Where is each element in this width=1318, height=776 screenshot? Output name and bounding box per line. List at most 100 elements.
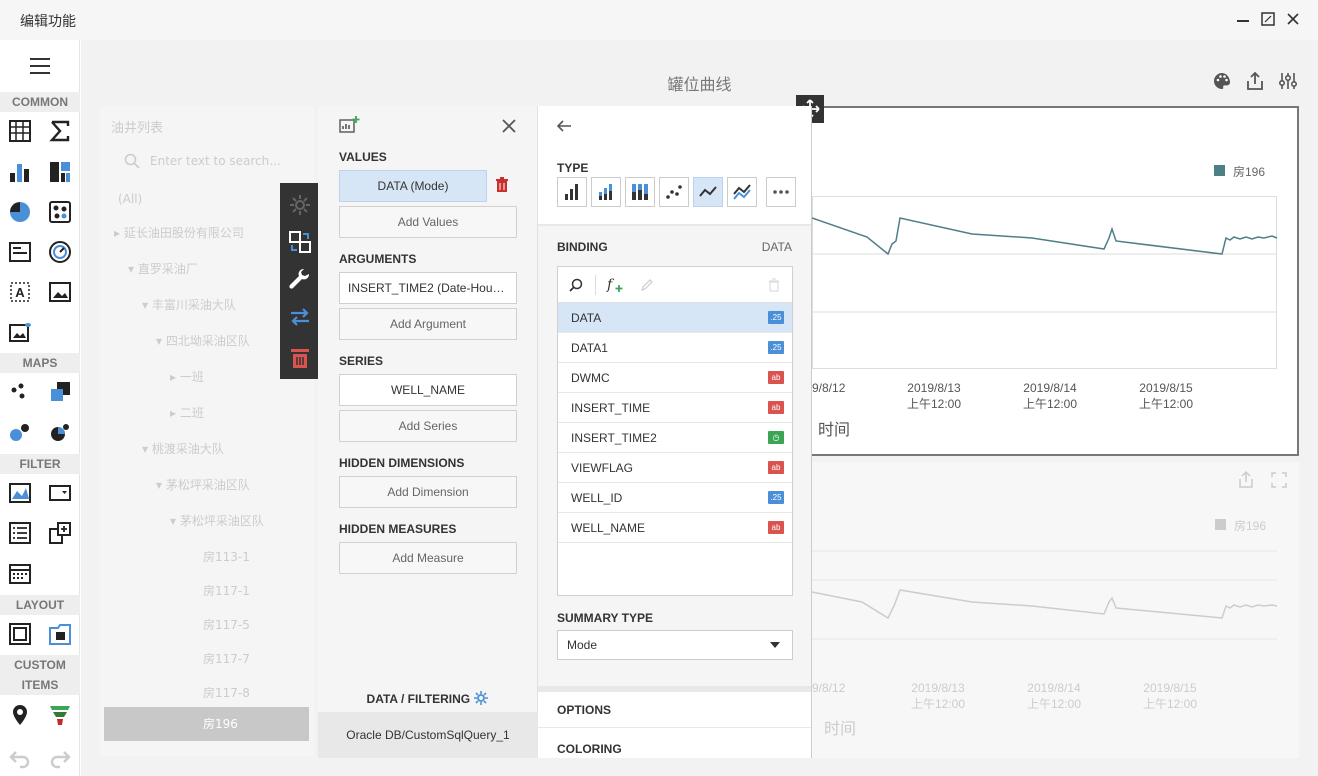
bubble-map-icon[interactable]: [8, 380, 32, 404]
series-item[interactable]: WELL_NAME: [339, 374, 517, 406]
gear-icon[interactable]: [288, 193, 312, 217]
tree-item[interactable]: ▸ 一班: [170, 368, 204, 385]
type-more-button[interactable]: [766, 177, 796, 207]
trash-icon[interactable]: [495, 177, 509, 193]
field-row[interactable]: DWMC ab: [558, 363, 792, 393]
choropleth-map-icon[interactable]: [48, 380, 72, 404]
edit-icon[interactable]: [640, 278, 654, 292]
type-line-button[interactable]: [693, 177, 723, 207]
bar-chart-icon[interactable]: [8, 160, 32, 184]
map-pin-icon[interactable]: [8, 703, 32, 727]
card-icon[interactable]: [8, 240, 32, 264]
tree-item[interactable]: ▸ 延长油田股份有限公司: [114, 224, 244, 241]
wrench-icon[interactable]: [288, 268, 312, 292]
summary-type-select[interactable]: Mode: [557, 630, 793, 660]
date-filter-icon[interactable]: [8, 561, 32, 585]
range-filter-icon[interactable]: [8, 481, 32, 505]
tree-item[interactable]: ▾ 茅松坪采油区队: [170, 512, 264, 529]
restore-button[interactable]: [1259, 10, 1277, 28]
menu-icon[interactable]: [30, 58, 50, 79]
field-row[interactable]: DATA .25: [558, 303, 792, 333]
tree-item-selected[interactable]: 房196: [104, 707, 309, 741]
tree-item-all[interactable]: (All): [118, 192, 142, 206]
type-point-button[interactable]: [659, 177, 689, 207]
tree-item[interactable]: ▸ 二班: [170, 404, 204, 421]
tree-item[interactable]: ▾ 茅松坪采油区队: [156, 476, 250, 493]
tree-item[interactable]: 房117-5: [203, 616, 250, 633]
redo-icon[interactable]: [48, 746, 72, 770]
field-name: WELL_ID: [571, 491, 623, 505]
export-icon[interactable]: [1245, 71, 1265, 91]
field-row[interactable]: INSERT_TIME ab: [558, 393, 792, 423]
dashboard-title: 罐位曲线: [667, 75, 732, 94]
add-values-button[interactable]: Add Values: [339, 206, 517, 238]
tree-item[interactable]: ▾ 直罗采油厂: [128, 260, 198, 277]
scatter-box-icon[interactable]: [48, 200, 72, 224]
image-icon[interactable]: [48, 280, 72, 304]
x-tick-time: 上午12:00: [1022, 397, 1078, 411]
field-row[interactable]: VIEWFLAG ab: [558, 453, 792, 483]
tree-item[interactable]: 房117-8: [203, 684, 250, 701]
tree-item[interactable]: ▾ 四北坳采油区队: [156, 332, 250, 349]
arguments-item[interactable]: INSERT_TIME2 (Date-Hour-...: [339, 272, 517, 304]
combo-box-icon[interactable]: [48, 481, 72, 505]
field-row[interactable]: INSERT_TIME2 ◷: [558, 423, 792, 453]
list-box-icon[interactable]: [8, 521, 32, 545]
add-argument-button[interactable]: Add Argument: [339, 308, 517, 340]
tree-item[interactable]: ▾ 桃渡采油大队: [142, 440, 224, 457]
tree-item[interactable]: ▾ 丰富川采油大队: [142, 296, 236, 313]
type-stacked-bar-button[interactable]: [591, 177, 621, 207]
add-calculated-field-icon[interactable]: f: [606, 276, 626, 294]
trash-icon[interactable]: [767, 278, 781, 292]
export-icon[interactable]: [1238, 470, 1254, 488]
group-icon[interactable]: [8, 622, 32, 646]
hidden-measures-label: HIDDEN MEASURES: [339, 522, 457, 536]
x-tick-date: 2019/8/15: [1139, 381, 1193, 395]
pie-map-icon[interactable]: [48, 420, 72, 444]
datasource-label[interactable]: Oracle DB/CustomSqlQuery_1: [318, 712, 538, 758]
geo-point-map-icon[interactable]: [8, 420, 32, 444]
text-box-icon[interactable]: A: [8, 280, 32, 304]
chart-plot: [812, 196, 1278, 369]
tab-container-icon[interactable]: [48, 622, 72, 646]
field-row[interactable]: DATA1 .25: [558, 333, 792, 363]
tree-view-icon[interactable]: [48, 521, 72, 545]
tree-item[interactable]: 房117-1: [203, 582, 250, 599]
add-dimension-button[interactable]: Add Dimension: [339, 476, 517, 508]
values-item[interactable]: DATA (Mode): [339, 170, 487, 202]
type-bar-button[interactable]: [557, 177, 587, 207]
add-series-button[interactable]: Add Series: [339, 410, 517, 442]
field-row[interactable]: WELL_NAME ab: [558, 513, 792, 543]
minimize-button[interactable]: [1234, 10, 1252, 28]
field-row[interactable]: WELL_ID .25: [558, 483, 792, 513]
type-full-stacked-bar-button[interactable]: [625, 177, 655, 207]
add-measure-button[interactable]: Add Measure: [339, 542, 517, 574]
sigma-icon[interactable]: [48, 119, 72, 143]
palette-icon[interactable]: [1212, 71, 1232, 91]
well-search-input[interactable]: Enter text to search...: [150, 154, 281, 168]
x-axis-label: 时间: [818, 422, 851, 439]
type-stacked-line-button[interactable]: [727, 177, 757, 207]
pie-chart-icon[interactable]: [8, 200, 32, 224]
tree-item[interactable]: 房117-7: [203, 650, 250, 667]
convert-icon[interactable]: [288, 230, 312, 254]
data-filtering-button[interactable]: DATA / FILTERING: [318, 690, 538, 706]
gauge-icon[interactable]: [48, 240, 72, 264]
close-icon[interactable]: [501, 118, 517, 134]
delete-icon[interactable]: [288, 346, 312, 370]
bound-image-icon[interactable]: [8, 320, 32, 344]
treemap-icon[interactable]: [48, 160, 72, 184]
undo-icon[interactable]: [8, 746, 32, 770]
grid-item-icon[interactable]: [8, 119, 32, 143]
close-window-button[interactable]: [1284, 10, 1302, 28]
back-arrow-icon[interactable]: [556, 118, 572, 134]
add-chart-icon[interactable]: [339, 115, 361, 133]
coloring-section[interactable]: COLORING: [538, 729, 811, 758]
maximize-icon[interactable]: [1271, 472, 1287, 488]
tree-item[interactable]: 房113-1: [203, 548, 250, 565]
search-icon[interactable]: [569, 278, 583, 292]
funnel-icon[interactable]: [48, 703, 72, 727]
parameters-icon[interactable]: [1278, 71, 1298, 91]
options-section[interactable]: OPTIONS: [538, 692, 811, 728]
swap-icon[interactable]: [288, 305, 312, 329]
